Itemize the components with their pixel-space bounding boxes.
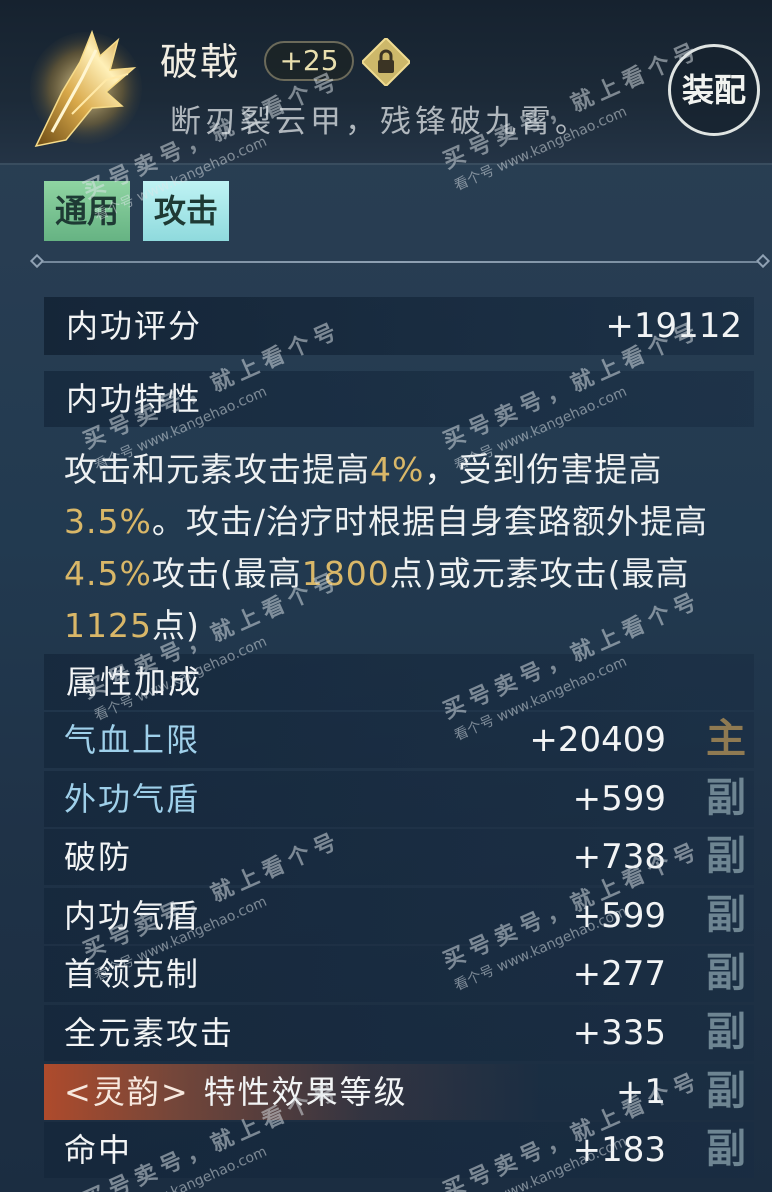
- attribute-label: 外功气盾: [64, 780, 201, 818]
- attribute-value: +599: [572, 896, 666, 936]
- attribute-value: +183: [572, 1130, 666, 1170]
- internal-score-row: 内功评分 +19112: [44, 297, 754, 355]
- item-name: 破戟: [160, 40, 241, 84]
- trait-text-segment: 点): [151, 606, 200, 645]
- item-description: 断刃裂云甲，残锋破九霄。: [170, 104, 590, 140]
- sub-stat-marker: 副: [706, 1068, 746, 1114]
- attribute-name: 特性效果等级: [203, 1073, 408, 1111]
- attribute-row: 首领克制 +277 副: [44, 946, 754, 1002]
- trait-text-segment: 攻击和元素攻击提高: [64, 450, 370, 489]
- trait-description: 攻击和元素攻击提高4%，受到伤害提高 3.5%。攻击/治疗时根据自身套路额外提高 4…: [64, 444, 744, 652]
- item-detail-panel: 破戟 +25 断刃裂云甲，残锋破九霄。 装配 通用 攻击 内功评分 +19112…: [0, 0, 772, 1192]
- attribute-label: 全元素攻击: [64, 1014, 235, 1052]
- attribute-row: <灵韵> 特性效果等级 +1 副: [44, 1064, 754, 1120]
- trait-text-segment: 点)或元素攻击(最高: [389, 554, 690, 593]
- main-stat-marker: 主: [706, 716, 746, 762]
- trait-highlight-value: 4.5%: [64, 554, 152, 593]
- attribute-title: 属性加成: [66, 663, 203, 701]
- attribute-value: +599: [572, 779, 666, 819]
- trait-highlight-value: 1125: [64, 606, 152, 645]
- attribute-value: +20409: [529, 720, 666, 760]
- section-divider: [36, 261, 764, 263]
- score-value: +19112: [605, 306, 742, 346]
- trait-text-segment: ，受到伤害提高: [424, 450, 663, 489]
- enhance-level-badge: +25: [264, 41, 354, 81]
- trait-text-segment: 。攻击/治疗时根据自身套路额外提高: [151, 502, 708, 541]
- attribute-value: +335: [572, 1013, 666, 1053]
- attribute-row: 外功气盾 +599 副: [44, 771, 754, 827]
- attribute-row: 全元素攻击 +335 副: [44, 1005, 754, 1061]
- trait-title: 内功特性: [66, 380, 203, 418]
- sub-stat-marker: 副: [706, 1009, 746, 1055]
- attribute-label: <灵韵> 特性效果等级: [64, 1069, 408, 1115]
- attribute-value: +277: [572, 954, 666, 994]
- sub-stat-marker: 副: [706, 1126, 746, 1172]
- attribute-row: 命中 +183 副: [44, 1122, 754, 1178]
- attribute-row: 气血上限 +20409 主: [44, 712, 754, 768]
- trait-highlight-value: 1800: [301, 554, 390, 593]
- attribute-label: 气血上限: [64, 721, 201, 759]
- sub-stat-marker: 副: [706, 950, 746, 996]
- attribute-label: 命中: [64, 1131, 133, 1169]
- attribute-value: +1: [615, 1072, 666, 1112]
- tag-attack: 攻击: [143, 181, 229, 241]
- attribute-label: 内功气盾: [64, 897, 201, 935]
- trait-highlight-value: 4%: [370, 450, 425, 489]
- attribute-row: 破防 +738 副: [44, 829, 754, 885]
- attribute-value: +738: [572, 837, 666, 877]
- lock-icon[interactable]: [362, 38, 410, 86]
- item-header: 破戟 +25 断刃裂云甲，残锋破九霄。 装配: [0, 0, 772, 165]
- golden-spear-icon: [30, 29, 142, 148]
- attribute-label: 破防: [64, 838, 133, 876]
- sub-stat-marker: 副: [706, 775, 746, 821]
- attribute-row: 内功气盾 +599 副: [44, 888, 754, 944]
- sub-stat-marker: 副: [706, 833, 746, 879]
- equip-button[interactable]: 装配: [668, 44, 760, 136]
- sub-stat-marker: 副: [706, 892, 746, 938]
- trait-highlight-value: 3.5%: [64, 502, 152, 541]
- attribute-label: 首领克制: [64, 955, 201, 993]
- trait-text-segment: 攻击(最高: [151, 554, 302, 593]
- tag-general: 通用: [44, 181, 130, 241]
- score-label: 内功评分: [66, 307, 203, 345]
- lingyun-prefix: <灵韵>: [64, 1073, 190, 1111]
